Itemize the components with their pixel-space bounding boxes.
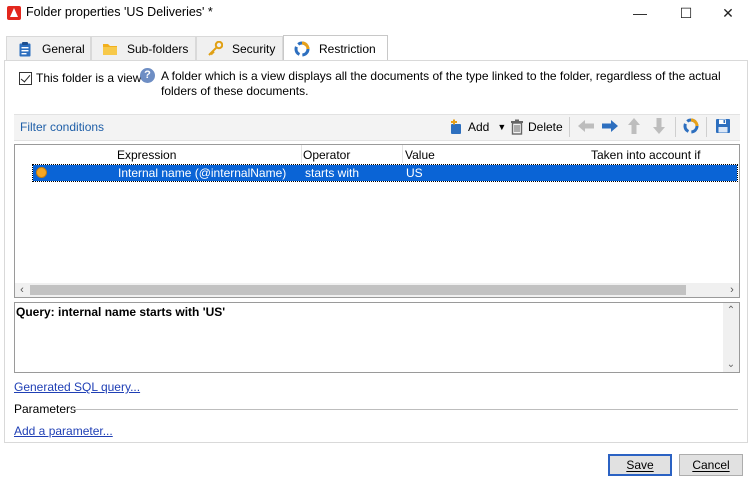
maximize-button[interactable]: ☐ — [663, 0, 709, 26]
restriction-icon — [294, 41, 310, 57]
add-condition-icon — [448, 119, 464, 135]
column-header-expression[interactable]: Expression — [117, 148, 176, 162]
move-left-button[interactable] — [577, 117, 595, 137]
minimize-button[interactable]: — — [617, 0, 663, 26]
add-label: Add — [468, 120, 490, 134]
tab-sub-folders[interactable]: Sub-folders — [91, 36, 196, 60]
toolbar-separator — [706, 117, 707, 137]
arrow-left-icon — [577, 119, 595, 136]
save-filter-button[interactable] — [715, 117, 731, 137]
tab-security[interactable]: Security — [196, 36, 283, 60]
cell-value[interactable]: US — [406, 166, 423, 180]
floppy-disk-icon — [715, 118, 731, 137]
clipboard-icon — [17, 41, 33, 57]
tab-label: Sub-folders — [127, 41, 189, 56]
tab-general[interactable]: General — [6, 36, 91, 60]
window-title: Folder properties 'US Deliveries' * — [26, 5, 213, 19]
view-checkbox[interactable] — [19, 72, 32, 85]
info-icon: ? — [140, 68, 155, 83]
view-info-text: A folder which is a view displays all th… — [161, 69, 721, 98]
arrow-up-icon — [627, 117, 641, 138]
scroll-left-icon[interactable]: ‹ — [15, 283, 29, 297]
tab-label: Security — [232, 41, 276, 56]
close-button[interactable]: ✕ — [705, 0, 750, 26]
cancel-button[interactable]: Cancel — [679, 454, 743, 476]
column-header-operator[interactable]: Operator — [303, 148, 350, 162]
condition-status-icon — [36, 167, 47, 178]
scroll-right-icon[interactable]: › — [725, 283, 739, 297]
chevron-down-icon: ▼ — [497, 122, 507, 132]
parameters-label: Parameters — [14, 402, 77, 416]
scrollbar-thumb[interactable] — [30, 285, 686, 295]
app-logo-icon — [7, 6, 21, 20]
distribution-button[interactable] — [683, 117, 699, 137]
column-divider — [402, 145, 403, 163]
add-parameter-link[interactable]: Add a parameter... — [14, 424, 113, 438]
move-up-button[interactable] — [627, 117, 641, 137]
key-icon — [207, 40, 224, 57]
distribution-icon — [683, 118, 699, 137]
view-checkbox-label[interactable]: This folder is a view — [36, 71, 141, 85]
add-button[interactable]: Add ▼ — [448, 117, 506, 137]
column-header-condition[interactable]: Taken into account if — [591, 148, 700, 162]
toolbar-separator — [569, 117, 570, 137]
cell-expression[interactable]: Internal name (@internalName) — [118, 166, 286, 180]
arrow-down-icon — [652, 117, 666, 138]
move-down-button[interactable] — [652, 117, 666, 137]
arrow-right-icon — [601, 119, 619, 136]
trash-icon — [510, 119, 524, 135]
column-divider — [301, 145, 302, 163]
cell-operator[interactable]: starts with — [305, 166, 359, 180]
scroll-up-icon[interactable]: ⌃ — [723, 304, 739, 318]
query-text: Query: internal name starts with 'US' — [16, 305, 226, 319]
tab-strip: General Sub-folders Security Restriction — [0, 35, 750, 61]
move-right-button[interactable] — [601, 117, 619, 137]
save-button[interactable]: Save — [608, 454, 672, 476]
cancel-label: Cancel — [692, 458, 730, 472]
filter-conditions-title: Filter conditions — [20, 120, 105, 134]
delete-label: Delete — [528, 120, 563, 134]
scroll-down-icon[interactable]: ⌄ — [723, 358, 739, 372]
toolbar-separator — [675, 117, 676, 137]
tab-label: Restriction — [319, 41, 376, 56]
column-header-value[interactable]: Value — [405, 148, 435, 162]
save-label: Save — [626, 458, 654, 472]
tab-restriction[interactable]: Restriction — [283, 35, 388, 61]
delete-button[interactable]: Delete — [510, 117, 563, 137]
folder-icon — [102, 41, 118, 57]
generated-sql-link[interactable]: Generated SQL query... — [14, 380, 140, 394]
tab-label: General — [42, 41, 85, 56]
parameters-divider — [72, 409, 738, 410]
